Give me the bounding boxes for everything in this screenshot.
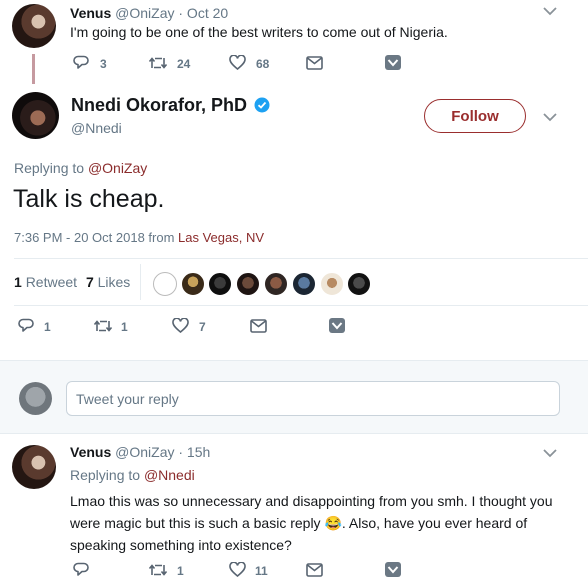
heart-icon[interactable] bbox=[229, 55, 246, 70]
tweet-metadata: 7:36 PM - 20 Oct 2018 from Las Vegas, NV bbox=[14, 230, 264, 245]
avatar[interactable] bbox=[12, 445, 56, 489]
retweet-stat-label: Retweet bbox=[25, 274, 78, 290]
retweet-icon[interactable] bbox=[148, 563, 168, 577]
liker-avatar[interactable] bbox=[320, 272, 344, 296]
retweet-count: 1 bbox=[121, 320, 128, 334]
tweet-text: I'm going to be one of the best writers … bbox=[70, 24, 448, 40]
liker-avatar[interactable] bbox=[153, 272, 177, 296]
reply-count: 1 bbox=[44, 320, 51, 334]
tweet-stats: 1 Retweet 7 Likes bbox=[14, 274, 130, 290]
avatar[interactable] bbox=[12, 92, 59, 139]
reply-icon[interactable] bbox=[73, 55, 89, 70]
like-count: 7 bbox=[199, 320, 206, 334]
tweet-text: Lmao this was so unnecessary and disappo… bbox=[70, 490, 570, 556]
replying-to-label: Replying to bbox=[14, 160, 85, 176]
message-icon[interactable] bbox=[306, 56, 323, 70]
liker-avatar[interactable] bbox=[347, 272, 371, 296]
divider bbox=[14, 305, 588, 306]
liker-avatar[interactable] bbox=[292, 272, 316, 296]
reply-count: 3 bbox=[100, 57, 107, 71]
tweet-text-line: speaking something into existence? bbox=[70, 537, 292, 553]
follow-button[interactable]: Follow bbox=[424, 99, 526, 133]
tweet-text-segment: were magic but this is such a basic repl… bbox=[70, 515, 321, 531]
user-handle[interactable]: @OniZay bbox=[115, 5, 174, 21]
user-handle[interactable]: @Nnedi bbox=[71, 120, 122, 136]
tweet-text-line: were magic but this is such a basic repl… bbox=[70, 512, 570, 534]
chevron-down-icon[interactable] bbox=[542, 6, 558, 16]
reply-icon[interactable] bbox=[73, 562, 89, 577]
liker-avatar[interactable] bbox=[208, 272, 232, 296]
divider bbox=[14, 258, 588, 259]
tweet-header: Venus @OniZay · Oct 20 bbox=[70, 5, 228, 21]
author-info: Nnedi Okorafor, PhD bbox=[71, 95, 270, 116]
retweet-icon[interactable] bbox=[93, 319, 113, 333]
liker-avatar[interactable] bbox=[181, 272, 205, 296]
stats-separator bbox=[140, 264, 141, 300]
replying-to-label: Replying to bbox=[70, 467, 141, 483]
tweet-text-line: Lmao this was so unnecessary and disappo… bbox=[70, 493, 553, 509]
avatar[interactable] bbox=[19, 382, 52, 415]
liker-avatar[interactable] bbox=[264, 272, 288, 296]
message-icon[interactable] bbox=[250, 319, 267, 333]
reply-input[interactable]: Tweet your reply bbox=[66, 381, 560, 416]
heart-icon[interactable] bbox=[172, 318, 189, 333]
retweet-count: 1 bbox=[177, 564, 184, 578]
user-name[interactable]: Venus bbox=[70, 444, 111, 460]
replying-to: Replying to @OniZay bbox=[14, 160, 147, 176]
user-name[interactable]: Venus bbox=[70, 5, 111, 21]
user-handle[interactable]: @OniZay bbox=[115, 444, 174, 460]
like-count: 11 bbox=[255, 564, 268, 578]
replying-to-link[interactable]: @OniZay bbox=[88, 160, 147, 176]
thread-connector bbox=[32, 54, 35, 84]
tweet-header: Venus @OniZay · 15h bbox=[70, 444, 210, 460]
tweet-text-segment: . Also, have you ever heard of bbox=[341, 515, 528, 531]
verified-icon bbox=[254, 97, 270, 113]
like-stat-number: 7 bbox=[85, 274, 94, 290]
replying-to: Replying to @Nnedi bbox=[70, 467, 195, 483]
retweet-stat-number: 1 bbox=[14, 274, 22, 290]
tweet-text: Talk is cheap. bbox=[13, 185, 165, 213]
reply-icon[interactable] bbox=[18, 318, 34, 333]
tweet-location[interactable]: Las Vegas, NV bbox=[178, 230, 264, 245]
like-count: 68 bbox=[256, 57, 270, 71]
tweet-time[interactable]: · 15h bbox=[178, 444, 210, 460]
retweet-count: 24 bbox=[177, 57, 191, 71]
tweet-timestamp[interactable]: 7:36 PM - 20 Oct 2018 from bbox=[14, 230, 174, 245]
analytics-icon[interactable] bbox=[329, 318, 345, 333]
heart-icon[interactable] bbox=[229, 562, 246, 577]
analytics-icon[interactable] bbox=[385, 562, 401, 577]
retweet-icon[interactable] bbox=[148, 56, 168, 70]
user-name[interactable]: Nnedi Okorafor, PhD bbox=[71, 95, 247, 115]
message-icon[interactable] bbox=[306, 563, 323, 577]
crying-laughing-emoji: 😂 bbox=[324, 515, 342, 531]
avatar[interactable] bbox=[12, 4, 56, 48]
tweet-time[interactable]: · Oct 20 bbox=[178, 5, 228, 21]
chevron-down-icon[interactable] bbox=[542, 112, 558, 122]
replying-to-link[interactable]: @Nnedi bbox=[144, 467, 195, 483]
like-stat-label: Likes bbox=[97, 274, 131, 290]
chevron-down-icon[interactable] bbox=[542, 448, 558, 458]
retweet-stat[interactable]: 1 Retweet bbox=[14, 274, 81, 290]
like-stat[interactable]: 7 Likes bbox=[86, 274, 130, 290]
analytics-icon[interactable] bbox=[385, 55, 401, 70]
liker-avatar[interactable] bbox=[236, 272, 260, 296]
